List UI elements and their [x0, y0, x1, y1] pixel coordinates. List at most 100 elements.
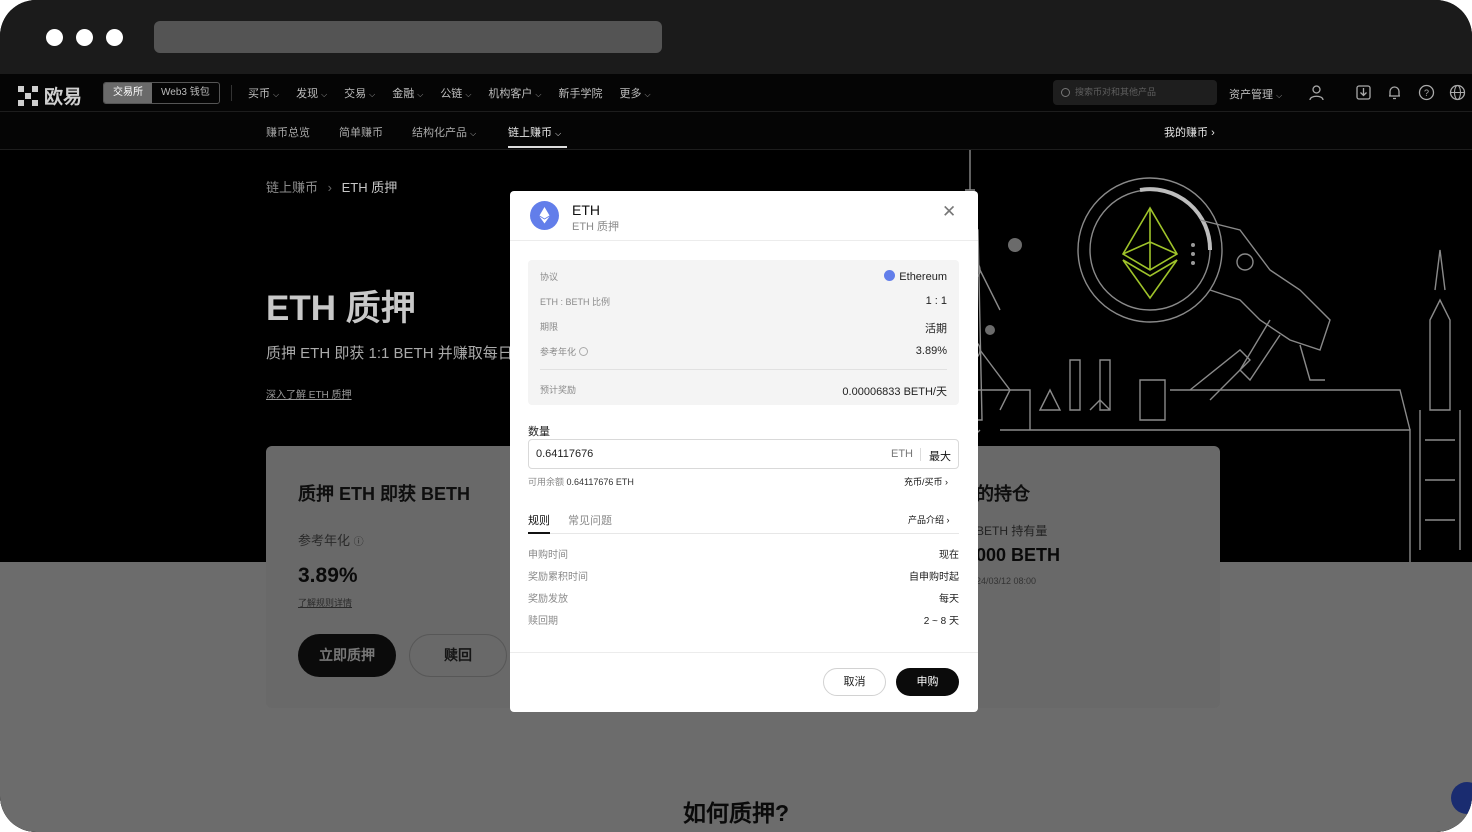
- asset-management-label: 资产管理: [1229, 89, 1273, 101]
- protocol-value: Ethereum: [884, 270, 947, 283]
- deposit-buy-link[interactable]: 充币/买币 ›: [904, 475, 948, 488]
- breadcrumb: 链上赚币 › ETH 质押: [266, 177, 397, 196]
- modal-tabs: 规则 常见问题 产品介绍 ›: [528, 511, 959, 534]
- redeem-button[interactable]: 赎回: [409, 634, 507, 677]
- subnav-onchain-label: 链上赚币: [508, 127, 552, 139]
- logo[interactable]: 欧易: [18, 82, 82, 109]
- search-placeholder: 搜索币对和其他产品: [1075, 87, 1157, 97]
- logo-text: 欧易: [44, 87, 83, 108]
- chevron-down-icon: ⌵: [644, 90, 651, 99]
- my-earn-link[interactable]: 我的赚币 ›: [1164, 124, 1215, 140]
- close-icon[interactable]: ✕: [942, 202, 956, 222]
- exchange-tab[interactable]: 交易所: [104, 83, 152, 103]
- chevron-right-icon: ›: [946, 515, 950, 525]
- nav-item[interactable]: 买币 ⌵: [248, 85, 279, 101]
- apr-label-text: 参考年化: [540, 347, 577, 357]
- active-tab-indicator: [528, 532, 550, 534]
- quantity-input[interactable]: 0.64117676 ETH 最大: [528, 439, 959, 469]
- learn-more-link[interactable]: 深入了解 ETH 质押: [266, 386, 352, 401]
- nav-item-label: 公链: [440, 88, 463, 100]
- available-value: 0.64117676 ETH: [566, 477, 634, 487]
- chevron-down-icon: ⌵: [417, 90, 424, 99]
- bell-icon[interactable]: [1386, 84, 1403, 101]
- rule-key: 赎回期: [528, 616, 558, 627]
- window-minimize-dot[interactable]: [76, 29, 93, 46]
- breadcrumb-current: ETH 质押: [341, 180, 398, 195]
- modal-title: ETH: [572, 202, 600, 218]
- rule-value: 每天: [939, 594, 959, 605]
- rule-row: 奖励累积时间 自申购时起: [528, 568, 959, 583]
- modal-footer-divider: [510, 652, 978, 653]
- available-label: 可用余额: [528, 477, 565, 487]
- chevron-down-icon: ⌵: [465, 90, 472, 99]
- modal-subtitle: ETH 质押: [572, 221, 620, 233]
- subnav-structured-products[interactable]: 结构化产品 ⌵: [412, 124, 476, 140]
- window-close-dot[interactable]: [46, 29, 63, 46]
- info-icon[interactable]: ⓘ: [354, 537, 364, 548]
- holding-label: BETH 持有量: [976, 524, 1048, 538]
- product-info-panel: 协议 Ethereum ETH : BETH 比例 1 : 1 期限 活期 参考…: [528, 260, 959, 405]
- rule-value: 2 ~ 8 天: [923, 616, 959, 627]
- term-label: 期限: [540, 322, 559, 332]
- nav-item-label: 买币: [248, 88, 270, 100]
- subnav-simple-earn[interactable]: 简单赚币: [339, 124, 383, 140]
- info-icon[interactable]: [579, 347, 589, 356]
- holding-card: 的持仓 BETH 持有量 000 BETH 24/03/12 08:00: [968, 446, 1220, 708]
- product-intro-label: 产品介绍: [908, 515, 945, 525]
- asset-management-menu[interactable]: 资产管理 ⌵: [1229, 86, 1282, 102]
- rules-detail-link[interactable]: 了解规则详情: [298, 596, 352, 609]
- address-bar[interactable]: [154, 21, 662, 53]
- rule-row: 赎回期 2 ~ 8 天: [528, 612, 959, 627]
- info-row-protocol: 协议 Ethereum: [540, 270, 947, 283]
- quantity-divider: [920, 448, 921, 461]
- tab-faq[interactable]: 常见问题: [568, 512, 612, 528]
- nav-item[interactable]: 公链 ⌵: [440, 85, 471, 101]
- tab-rules[interactable]: 规则: [528, 512, 550, 528]
- stake-now-button[interactable]: 立即质押: [298, 634, 396, 677]
- stake-card: 质押 ETH 即获 BETH 参考年化 ⓘ 3.89% 了解规则详情 立即质押 …: [266, 446, 516, 708]
- help-icon[interactable]: ?: [1418, 84, 1435, 101]
- product-intro-link[interactable]: 产品介绍 ›: [908, 513, 950, 526]
- search-input[interactable]: 搜索币对和其他产品: [1053, 80, 1217, 105]
- nav-item[interactable]: 更多 ⌵: [619, 85, 650, 101]
- sub-nav: 赚币总览 简单赚币 结构化产品 ⌵ 链上赚币 ⌵ 我的赚币 ›: [0, 112, 1472, 150]
- subnav-onchain-earn[interactable]: 链上赚币 ⌵: [508, 124, 561, 140]
- breadcrumb-parent[interactable]: 链上赚币: [266, 180, 318, 195]
- stake-modal: ETH ETH 质押 ✕ 协议 Ethereum ETH : BETH 比例 1…: [510, 191, 978, 712]
- window-maximize-dot[interactable]: [106, 29, 123, 46]
- apr-label-text: 参考年化: [298, 533, 351, 548]
- divider: [540, 369, 947, 370]
- subscribe-button[interactable]: 申购: [896, 668, 959, 696]
- quantity-value[interactable]: 0.64117676: [536, 448, 593, 460]
- chevron-down-icon: ⌵: [535, 90, 542, 99]
- svg-text:?: ?: [1424, 88, 1429, 98]
- user-icon[interactable]: [1308, 84, 1325, 101]
- chevron-down-icon: ⌵: [321, 90, 328, 99]
- globe-icon[interactable]: [1449, 84, 1466, 101]
- nav-item[interactable]: 发现 ⌵: [296, 85, 327, 101]
- holding-title: 的持仓: [976, 484, 1030, 504]
- okx-logo-icon: [18, 85, 38, 106]
- subnav-earn-overview[interactable]: 赚币总览: [266, 124, 310, 140]
- info-row-term: 期限 活期: [540, 320, 947, 336]
- nav-item-label: 发现: [296, 88, 319, 100]
- nav-item-label: 机构客户: [488, 88, 533, 100]
- max-button[interactable]: 最大: [929, 448, 951, 464]
- rule-value: 自申购时起: [909, 572, 959, 583]
- subnav-structured-label: 结构化产品: [412, 127, 467, 139]
- chevron-right-icon: ›: [945, 477, 949, 487]
- nav-item[interactable]: 机构客户 ⌵: [488, 85, 541, 101]
- rule-key: 申购时间: [528, 550, 568, 561]
- how-to-stake-heading: 如何质押?: [682, 800, 790, 826]
- page: 欧易 交易所 Web3 钱包 买币 ⌵ 发现 ⌵ 交易 ⌵ 金融 ⌵ 公链 ⌵ 机构客户 ⌵ 新手学院更…: [0, 74, 1472, 832]
- download-icon[interactable]: [1355, 84, 1372, 101]
- rule-key: 奖励发放: [528, 594, 568, 605]
- web3-wallet-tab[interactable]: Web3 钱包: [152, 83, 219, 103]
- cancel-button[interactable]: 取消: [823, 668, 886, 696]
- holding-date: 24/03/12 08:00: [976, 576, 1037, 586]
- nav-item[interactable]: 新手学院: [558, 85, 602, 101]
- info-row-reward: 预计奖励 0.00006833 BETH/天: [540, 383, 947, 399]
- nav-item[interactable]: 金融 ⌵: [392, 85, 423, 101]
- stake-card-title: 质押 ETH 即获 BETH: [298, 484, 471, 504]
- nav-item[interactable]: 交易 ⌵: [344, 85, 375, 101]
